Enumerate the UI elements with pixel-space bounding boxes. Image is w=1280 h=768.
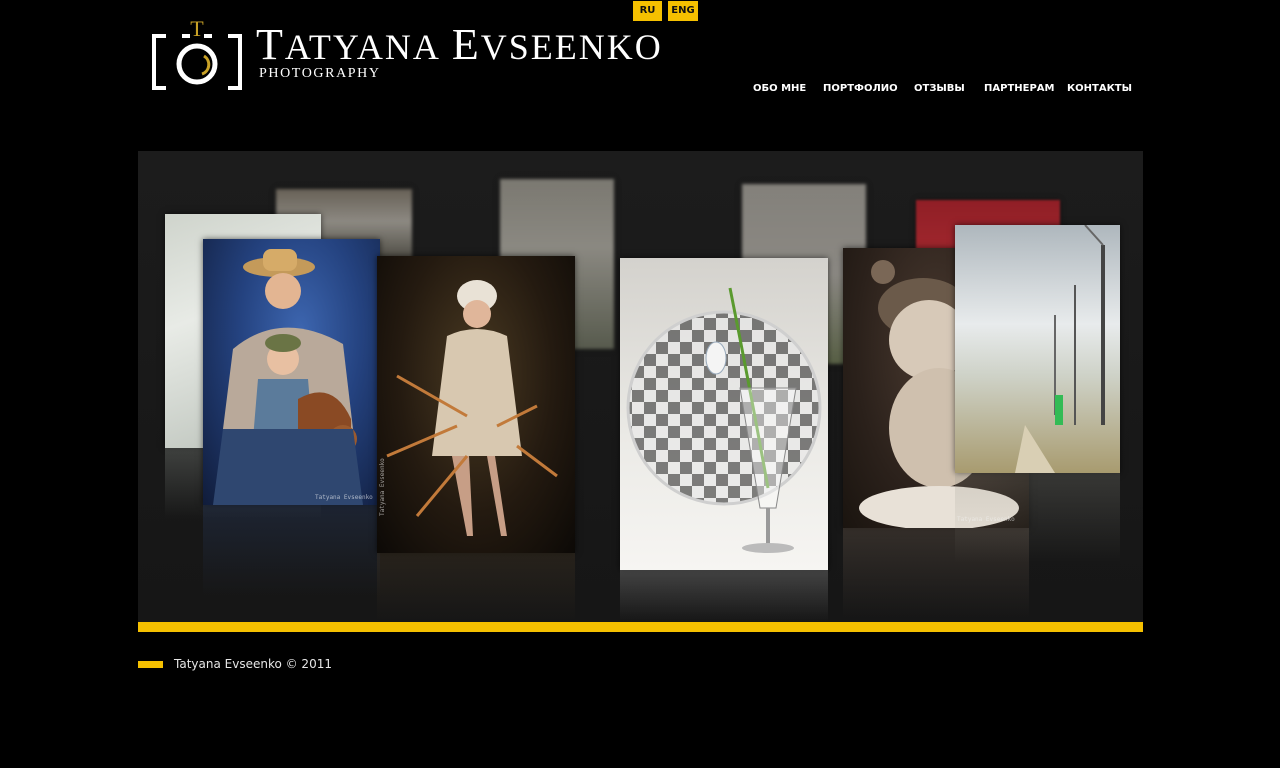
copyright-text: Tatyana Evseenko © 2011 [174,657,332,671]
site-subtitle: PHOTOGRAPHY [259,66,381,81]
nav-portfolio[interactable]: ПОРТФОЛИО [823,80,898,98]
camera-logo-icon[interactable]: T [152,16,242,92]
watermark-vertical: Tatyana Evseenko [379,458,386,516]
language-ru-button[interactable]: RU [633,1,662,21]
photo-carousel[interactable]: Tatyana Evseenko Tatyana Evseenko [138,151,1143,622]
nav-partners[interactable]: ПАРТНЕРАМ [984,80,1054,98]
footer-accent-mark [138,661,163,668]
gallery-photo-man-child[interactable]: Tatyana Evseenko [203,239,380,505]
logo-t-glyph: T [190,18,204,41]
accent-bar [138,622,1143,632]
gallery-photo-glass-sphere[interactable] [620,258,828,570]
nav-reviews[interactable]: ОТЗЫВЫ [914,80,965,98]
nav-about[interactable]: ОБО МНЕ [753,80,806,98]
language-eng-button[interactable]: ENG [668,1,698,21]
gallery-photo-fur-coat[interactable]: Tatyana Evseenko [377,256,575,553]
nav-contacts[interactable]: КОНТАКТЫ [1067,80,1132,98]
watermark: Tatyana Evseenko [315,494,373,501]
gallery-photo-windmills[interactable] [955,225,1120,473]
site-title[interactable]: TATYANA EVSEENKO [256,22,663,70]
